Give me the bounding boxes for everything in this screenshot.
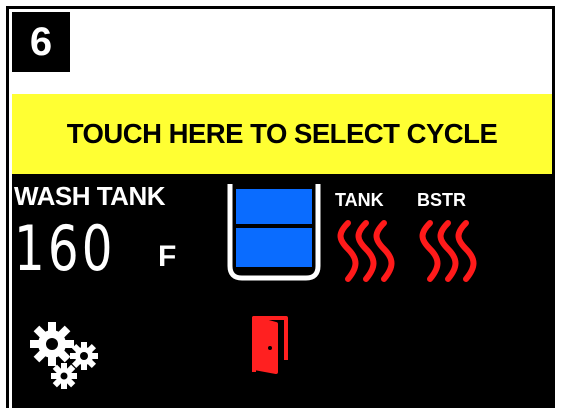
booster-heater-label: BSTR <box>417 190 466 210</box>
temperature-unit: F <box>158 240 177 273</box>
select-cycle-button[interactable]: TOUCH HERE TO SELECT CYCLE <box>12 94 552 174</box>
wash-tank-temperature: 160 <box>14 212 116 285</box>
wash-tank-label: WASH TANK <box>14 181 166 211</box>
tank-heater-label: TANK <box>335 190 384 210</box>
tank-level-icon <box>226 182 322 287</box>
settings-gears-icon[interactable] <box>24 320 104 397</box>
step-number-badge: 6 <box>12 12 70 72</box>
booster-heat-waves-icon <box>416 219 480 290</box>
controller-screen: TOUCH HERE TO SELECT CYCLE WASH TANK 160… <box>12 94 552 408</box>
tank-heat-waves-icon <box>334 219 398 290</box>
door-open-icon <box>248 314 292 379</box>
